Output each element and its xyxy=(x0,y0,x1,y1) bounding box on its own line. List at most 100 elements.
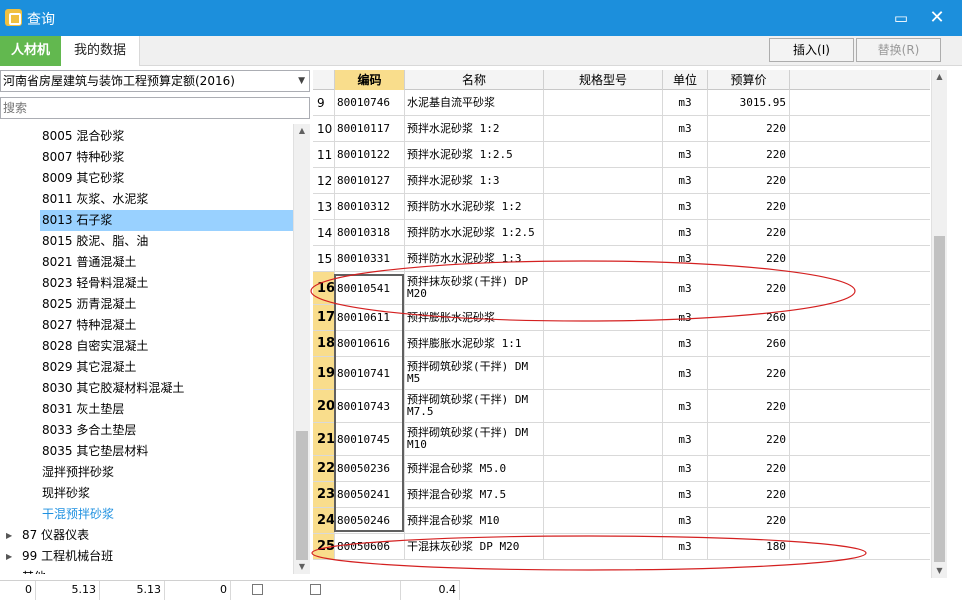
table-row[interactable]: 21 80010745 预拌砌筑砂浆(干拌) DM M10 m3 220 xyxy=(313,423,930,456)
table-row[interactable]: 24 80050246 预拌混合砂浆 M10 m3 220 xyxy=(313,508,930,534)
tree-item[interactable]: 8033 多合土垫层 xyxy=(0,420,293,441)
scroll-up-icon[interactable]: ▲ xyxy=(932,70,947,84)
tree-item[interactable]: 8005 混合砂浆 xyxy=(0,126,293,147)
column-header-code[interactable]: 编码 xyxy=(335,70,405,90)
name-cell: 预拌防水水泥砂浆 1:2.5 xyxy=(405,220,544,245)
tree-item[interactable]: 8007 特种砂浆 xyxy=(0,147,293,168)
table-cell: 0 xyxy=(0,581,36,600)
table-row[interactable]: 12 80010127 预拌水泥砂浆 1:3 m3 220 xyxy=(313,168,930,194)
unit-cell: m3 xyxy=(663,90,708,115)
table-row[interactable]: 25 80050606 干混抹灰砂浆 DP M20 m3 180 xyxy=(313,534,930,560)
scroll-down-icon[interactable]: ▼ xyxy=(932,564,947,578)
table-row[interactable]: 18 80010616 预拌膨胀水泥砂浆 1:1 m3 260 xyxy=(313,331,930,357)
background-table-row: 0 5.13 5.13 0 0.4 xyxy=(0,580,460,600)
table-row[interactable]: 17 80010611 预拌膨胀水泥砂浆 m3 260 xyxy=(313,305,930,331)
tree-item[interactable]: 8035 其它垫层材料 xyxy=(0,441,293,462)
spec-cell xyxy=(544,482,663,507)
tree-item[interactable]: 8025 沥青混凝土 xyxy=(0,294,293,315)
quota-library-select[interactable]: 河南省房屋建筑与装饰工程预算定额(2016) ▼ xyxy=(0,70,310,92)
code-cell: 80010318 xyxy=(335,220,405,245)
price-cell: 220 xyxy=(708,194,790,219)
row-number: 19 xyxy=(313,357,335,389)
price-cell: 220 xyxy=(708,272,790,304)
column-header-price[interactable]: 预算价 xyxy=(708,70,790,90)
left-panel: 河南省房屋建筑与装饰工程预算定额(2016) ▼ 8005 混合砂浆 8007 特… xyxy=(0,66,312,599)
price-cell: 3015.95 xyxy=(708,90,790,115)
scroll-up-icon[interactable]: ▲ xyxy=(294,124,310,138)
title-bar: 查询 ▭ ✕ xyxy=(0,0,962,36)
table-row[interactable]: 14 80010318 预拌防水水泥砂浆 1:2.5 m3 220 xyxy=(313,220,930,246)
tree-item[interactable]: ▶ 87 仪器仪表 xyxy=(0,525,293,546)
scroll-thumb[interactable] xyxy=(296,431,308,560)
tab-bar: 人材机 我的数据 插入(I) 替换(R) xyxy=(0,36,962,66)
price-cell: 220 xyxy=(708,246,790,271)
spec-cell xyxy=(544,331,663,356)
window-title: 查询 xyxy=(27,12,55,28)
close-icon[interactable]: ✕ xyxy=(925,7,949,29)
tree-item[interactable]: 8021 普通混凝土 xyxy=(0,252,293,273)
column-header-unit[interactable]: 单位 xyxy=(663,70,708,90)
row-number: 13 xyxy=(313,194,335,219)
tree-item-label: 8033 多合土垫层 xyxy=(42,423,137,437)
tree-item[interactable]: 8009 其它砂浆 xyxy=(0,168,293,189)
table-row[interactable]: 13 80010312 预拌防水水泥砂浆 1:2 m3 220 xyxy=(313,194,930,220)
table-cell: 0 xyxy=(165,581,231,600)
tree-item-label: 8007 特种砂浆 xyxy=(42,150,125,164)
code-cell: 80050246 xyxy=(335,508,405,533)
row-number: 11 xyxy=(313,142,335,167)
table-row[interactable]: 11 80010122 预拌水泥砂浆 1:2.5 m3 220 xyxy=(313,142,930,168)
unit-cell: m3 xyxy=(663,357,708,389)
tree-item[interactable]: 8029 其它混凝土 xyxy=(0,357,293,378)
tree-item[interactable]: 湿拌预拌砂浆 xyxy=(0,462,293,483)
tree-item[interactable]: 现拌砂浆 xyxy=(0,483,293,504)
code-cell: 80050236 xyxy=(335,456,405,481)
unit-cell: m3 xyxy=(663,456,708,481)
table-row[interactable]: 22 80050236 预拌混合砂浆 M5.0 m3 220 xyxy=(313,456,930,482)
tree-item[interactable]: 其他 xyxy=(0,567,293,574)
table-row[interactable]: 9 80010746 水泥基自流平砂浆 m3 3015.95 xyxy=(313,90,930,116)
table-row[interactable]: 19 80010741 预拌砌筑砂浆(干拌) DM M5 m3 220 xyxy=(313,357,930,390)
scroll-thumb[interactable] xyxy=(934,236,945,562)
tree-item[interactable]: 8030 其它胶凝材料混凝土 xyxy=(0,378,293,399)
table-row[interactable]: 16 80010541 预拌抹灰砂浆(干拌) DP M20 m3 220 xyxy=(313,272,930,305)
price-cell: 220 xyxy=(708,390,790,422)
replace-button[interactable]: 替换(R) xyxy=(856,38,941,62)
spec-cell xyxy=(544,194,663,219)
tree-item[interactable]: 8027 特种混凝土 xyxy=(0,315,293,336)
price-cell: 220 xyxy=(708,168,790,193)
tree-item[interactable]: 8023 轻骨料混凝土 xyxy=(0,273,293,294)
tree-item[interactable]: 8015 胶泥、脂、油 xyxy=(0,231,293,252)
tree-item-label: 8031 灰土垫层 xyxy=(42,402,125,416)
tree-item[interactable]: 8011 灰浆、水泥浆 xyxy=(0,189,293,210)
row-number: 25 xyxy=(313,534,335,559)
tree-item[interactable]: 干混预拌砂浆 xyxy=(0,504,293,525)
price-cell: 220 xyxy=(708,116,790,141)
column-header-spec[interactable]: 规格型号 xyxy=(544,70,663,90)
tree-item[interactable]: 8028 自密实混凝土 xyxy=(0,336,293,357)
tab-labor-material-machine[interactable]: 人材机 xyxy=(0,36,61,66)
table-row[interactable]: 15 80010331 预拌防水水泥砂浆 1:3 m3 220 xyxy=(313,246,930,272)
price-cell: 180 xyxy=(708,534,790,559)
name-cell: 预拌混合砂浆 M10 xyxy=(405,508,544,533)
checkbox[interactable] xyxy=(252,584,263,595)
search-input[interactable] xyxy=(0,97,310,119)
grid-scrollbar[interactable]: ▲ ▼ xyxy=(931,70,947,578)
tree-item[interactable]: 8031 灰土垫层 xyxy=(0,399,293,420)
tree-item-label: 8011 灰浆、水泥浆 xyxy=(42,192,149,206)
table-row[interactable]: 23 80050241 预拌混合砂浆 M7.5 m3 220 xyxy=(313,482,930,508)
scroll-down-icon[interactable]: ▼ xyxy=(294,560,310,574)
tab-my-data[interactable]: 我的数据 xyxy=(61,36,140,66)
tree-scrollbar[interactable]: ▲ ▼ xyxy=(293,124,310,574)
expand-icon[interactable]: ▶ xyxy=(6,525,12,546)
tree-item[interactable]: 8013 石子浆 xyxy=(0,210,293,231)
table-row[interactable]: 10 80010117 预拌水泥砂浆 1:2 m3 220 xyxy=(313,116,930,142)
unit-cell: m3 xyxy=(663,390,708,422)
insert-button[interactable]: 插入(I) xyxy=(769,38,854,62)
column-header-name[interactable]: 名称 xyxy=(405,70,544,90)
spec-cell xyxy=(544,390,663,422)
maximize-icon[interactable]: ▭ xyxy=(889,7,913,29)
expand-icon[interactable]: ▶ xyxy=(6,546,12,567)
tree-item[interactable]: ▶ 99 工程机械台班 xyxy=(0,546,293,567)
table-row[interactable]: 20 80010743 预拌砌筑砂浆(干拌) DM M7.5 m3 220 xyxy=(313,390,930,423)
checkbox[interactable] xyxy=(310,584,321,595)
